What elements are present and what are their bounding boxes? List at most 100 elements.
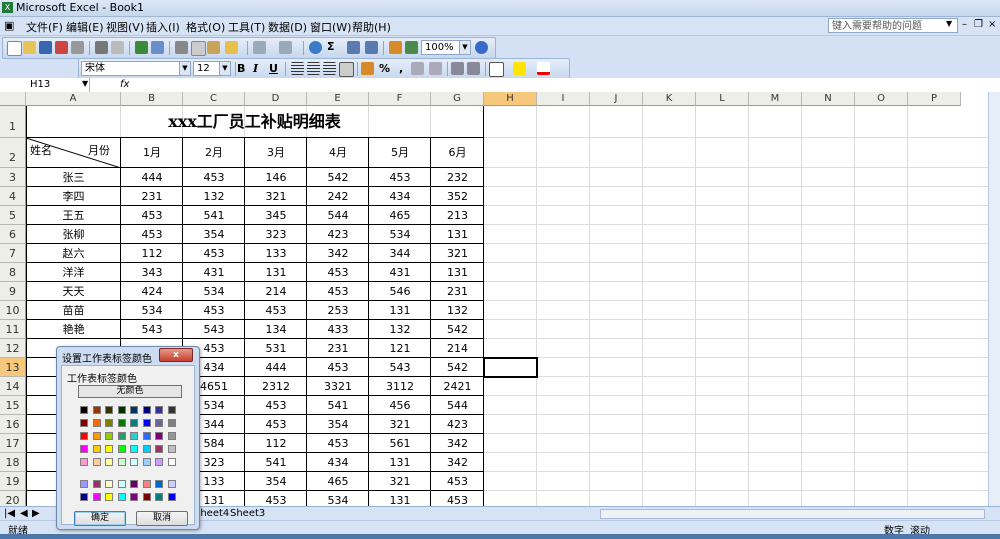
table-cell[interactable]: 242 (307, 187, 369, 206)
table-cell[interactable]: 343 (121, 263, 183, 282)
align-center-icon[interactable] (307, 62, 320, 75)
column-header[interactable]: P (908, 92, 961, 106)
color-swatch[interactable] (142, 432, 151, 440)
comma-button[interactable]: , (399, 62, 403, 75)
table-cell[interactable]: 321 (369, 415, 431, 434)
table-cell[interactable]: 453 (245, 396, 307, 415)
paste-icon[interactable] (207, 41, 220, 54)
currency-icon[interactable] (361, 62, 374, 75)
row-header[interactable]: 2 (0, 138, 26, 168)
table-cell[interactable]: 433 (307, 320, 369, 339)
table-cell[interactable]: 534 (369, 225, 431, 244)
column-header[interactable]: D (245, 92, 307, 106)
table-cell[interactable]: 423 (431, 415, 484, 434)
table-cell[interactable]: 321 (369, 472, 431, 491)
column-header[interactable]: B (121, 92, 183, 106)
table-cell[interactable]: 424 (121, 282, 183, 301)
autosum-icon[interactable]: Σ (327, 40, 335, 53)
table-cell[interactable]: 231 (431, 282, 484, 301)
table-cell[interactable]: 465 (369, 206, 431, 225)
table-cell[interactable]: 354 (183, 225, 245, 244)
align-left-icon[interactable] (291, 62, 304, 75)
menu-data[interactable]: 数据(D) (268, 19, 307, 35)
table-cell[interactable]: 453 (245, 415, 307, 434)
ok-button[interactable]: 确定 (74, 511, 126, 526)
color-swatch[interactable] (92, 480, 101, 488)
increase-decimal-icon[interactable] (411, 62, 424, 75)
table-cell[interactable]: 543 (121, 320, 183, 339)
row-header[interactable]: 20 (0, 491, 26, 506)
table-cell[interactable]: 534 (307, 491, 369, 506)
table-cell[interactable]: 434 (369, 187, 431, 206)
table-cell[interactable]: 3112 (369, 377, 431, 396)
table-cell[interactable]: 546 (369, 282, 431, 301)
row-header[interactable]: 17 (0, 434, 26, 453)
tab-sheet3[interactable]: Sheet3 (230, 507, 265, 520)
row-header[interactable]: 19 (0, 472, 26, 491)
color-swatch[interactable] (155, 432, 163, 440)
hyperlink-icon[interactable] (309, 41, 322, 54)
bold-button[interactable]: B (237, 62, 245, 75)
decrease-indent-icon[interactable] (451, 62, 464, 75)
menu-file[interactable]: 文件(F) (26, 19, 63, 35)
column-header[interactable]: H (484, 92, 537, 106)
color-swatch[interactable] (167, 432, 176, 440)
redo-icon[interactable] (279, 41, 292, 54)
color-swatch[interactable] (92, 406, 101, 414)
table-cell[interactable]: 342 (431, 453, 484, 472)
menu-window[interactable]: 窗口(W) (310, 19, 351, 35)
select-all-corner[interactable] (0, 92, 26, 106)
row-header[interactable]: 10 (0, 301, 26, 320)
color-swatch[interactable] (155, 493, 163, 501)
function-icon[interactable]: fx (120, 78, 129, 92)
color-swatch[interactable] (117, 445, 126, 453)
color-swatch[interactable] (105, 432, 113, 440)
color-swatch[interactable] (92, 493, 101, 501)
italic-button[interactable]: I (253, 62, 258, 75)
table-cell[interactable]: 453 (245, 301, 307, 320)
prev-sheet-icon[interactable]: ◀ (20, 507, 28, 520)
table-cell[interactable]: 453 (369, 168, 431, 187)
month-header[interactable]: 3月 (245, 138, 307, 168)
color-swatch[interactable] (92, 432, 101, 440)
color-swatch[interactable] (167, 458, 176, 466)
table-cell[interactable]: 453 (431, 491, 484, 506)
month-header[interactable]: 1月 (121, 138, 183, 168)
column-header[interactable]: M (749, 92, 802, 106)
table-cell[interactable]: 112 (121, 244, 183, 263)
color-swatch[interactable] (80, 480, 88, 488)
table-cell[interactable]: 542 (431, 320, 484, 339)
menu-edit[interactable]: 编辑(E) (66, 19, 104, 35)
table-cell[interactable]: 434 (307, 453, 369, 472)
chevron-down-icon[interactable]: ▼ (219, 62, 230, 75)
color-swatch[interactable] (167, 419, 176, 427)
table-cell[interactable]: 赵六 (26, 244, 121, 263)
chevron-down-icon[interactable]: ▼ (459, 41, 470, 54)
undo-icon[interactable] (253, 41, 266, 54)
color-swatch[interactable] (155, 480, 163, 488)
chevron-down-icon[interactable]: ▼ (946, 19, 952, 28)
color-swatch[interactable] (167, 406, 176, 414)
table-cell[interactable]: 321 (431, 244, 484, 263)
table-cell[interactable]: 354 (307, 415, 369, 434)
color-swatch[interactable] (117, 406, 126, 414)
table-cell[interactable]: 134 (245, 320, 307, 339)
color-swatch[interactable] (130, 419, 138, 427)
table-cell[interactable]: 342 (307, 244, 369, 263)
color-swatch[interactable] (80, 406, 88, 414)
table-cell[interactable]: 214 (431, 339, 484, 358)
color-swatch[interactable] (155, 419, 163, 427)
underline-button[interactable]: U (269, 62, 278, 75)
table-cell[interactable]: 542 (307, 168, 369, 187)
color-swatch[interactable] (117, 480, 126, 488)
table-cell[interactable]: 146 (245, 168, 307, 187)
help-search-input[interactable]: 键入需要帮助的问题 (828, 18, 958, 33)
sheet-title[interactable]: xxx工厂员工补贴明细表 (26, 106, 483, 138)
column-header[interactable]: G (431, 92, 484, 106)
borders-icon[interactable] (489, 62, 504, 77)
color-swatch[interactable] (105, 493, 113, 501)
table-cell[interactable]: 121 (369, 339, 431, 358)
chevron-down-icon[interactable]: ▼ (179, 62, 190, 75)
table-cell[interactable]: 213 (431, 206, 484, 225)
column-header[interactable]: C (183, 92, 245, 106)
